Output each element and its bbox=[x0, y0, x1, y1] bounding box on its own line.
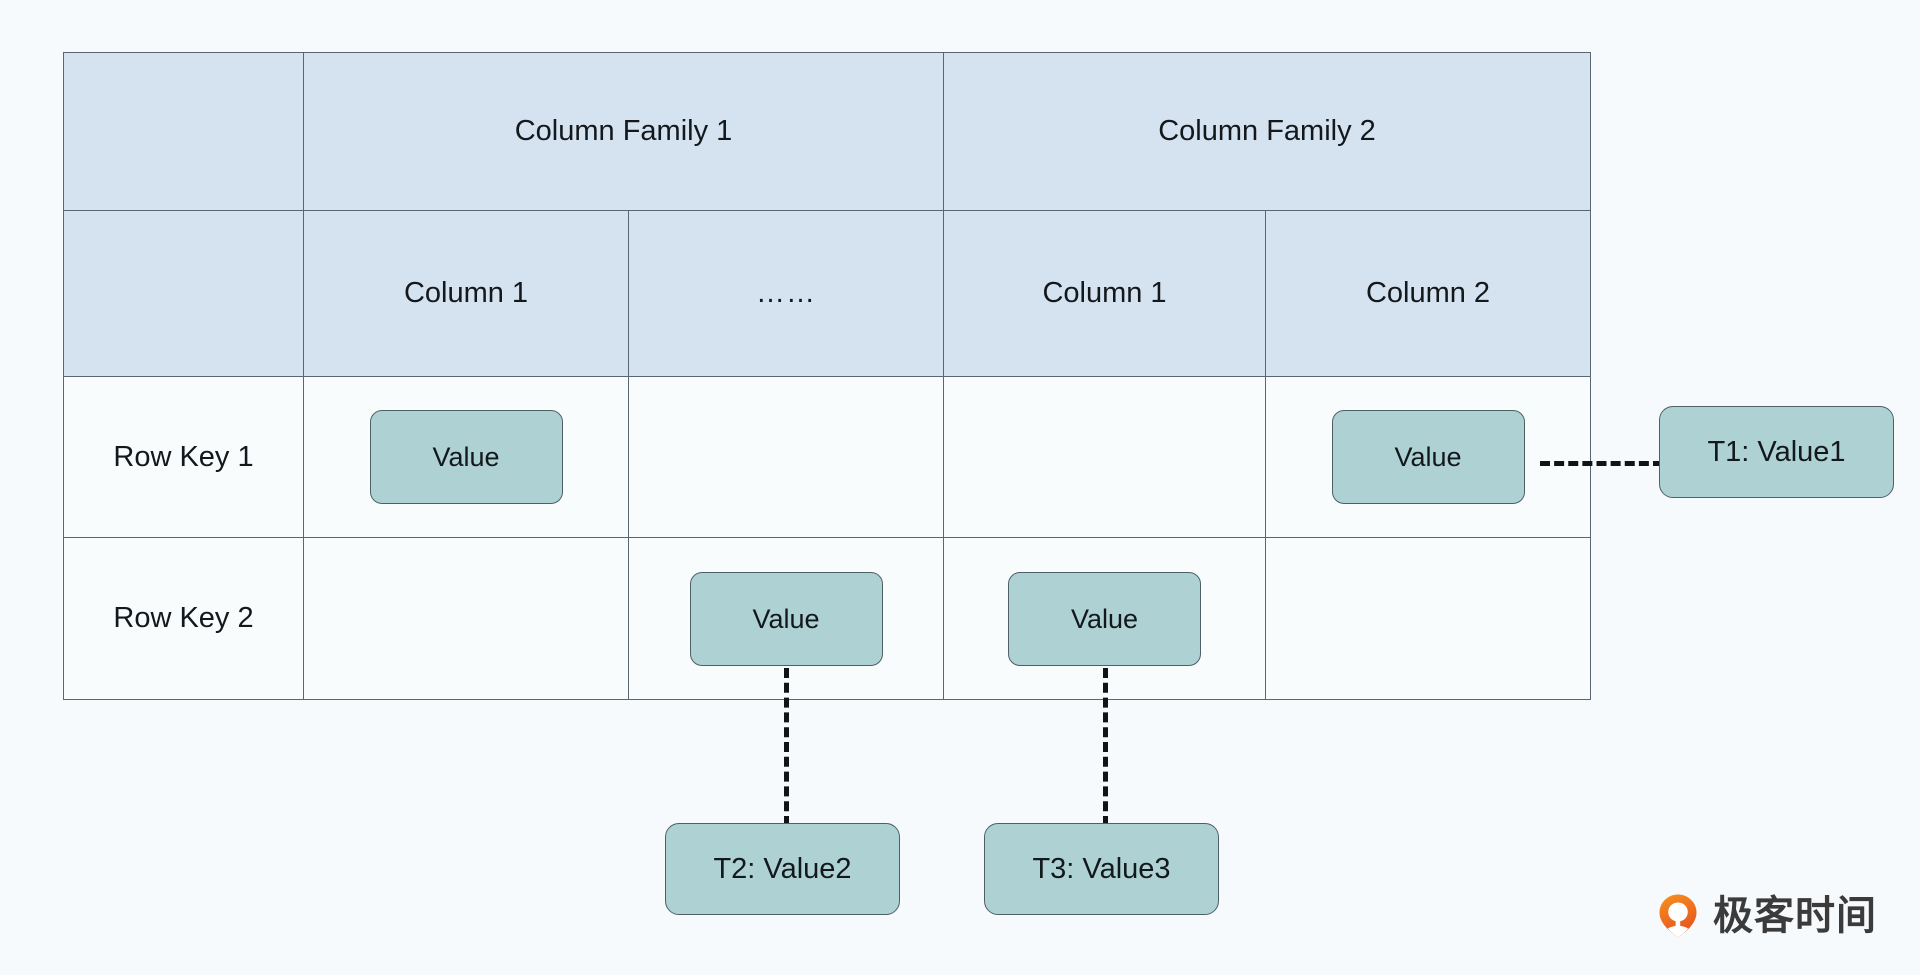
value-chip: Value bbox=[1331, 410, 1525, 505]
column-header-cf2-column-1: Column 1 bbox=[943, 210, 1266, 377]
column-family-1-header: Column Family 1 bbox=[303, 51, 944, 212]
column-header-cf1-column-1: Column 1 bbox=[303, 210, 629, 377]
cell-row2-cf2-column2 bbox=[1265, 537, 1591, 700]
value-chip: Value bbox=[689, 571, 883, 666]
timestamp-chip-t1: T1: Value1 bbox=[1659, 406, 1894, 498]
table-row: Row Key 1 Value Value bbox=[63, 375, 1591, 539]
cell-row2-cf1-column1 bbox=[303, 537, 629, 700]
brand-watermark: 极客时间 bbox=[1655, 893, 1877, 939]
table-corner-cell-top bbox=[63, 51, 304, 212]
timestamp-chip-t3: T3: Value3 bbox=[984, 823, 1219, 915]
diagram-canvas: Column Family 1 Column Family 2 Column 1… bbox=[0, 0, 1920, 975]
column-header-row: Column 1 …… Column 1 Column 2 bbox=[63, 210, 1591, 377]
column-family-2-header: Column Family 2 bbox=[943, 51, 1591, 212]
hbase-data-model-table: Column Family 1 Column Family 2 Column 1… bbox=[63, 51, 1591, 700]
timestamp-chip-t2: T2: Value2 bbox=[665, 823, 900, 915]
table-corner-cell-bottom bbox=[63, 210, 304, 377]
column-family-header-row: Column Family 1 Column Family 2 bbox=[63, 51, 1591, 212]
row-key-2-label: Row Key 2 bbox=[63, 537, 304, 700]
row-key-1-label: Row Key 1 bbox=[63, 375, 304, 539]
geektime-logo-icon bbox=[1655, 893, 1701, 939]
connector-row2-cf2col1-to-t3 bbox=[1103, 668, 1108, 826]
connector-row1-cf2col2-to-t1 bbox=[1540, 461, 1663, 466]
brand-name: 极客时间 bbox=[1713, 893, 1877, 939]
connector-row2-cf1ellipsis-to-t2 bbox=[784, 668, 789, 826]
column-header-cf2-column-2: Column 2 bbox=[1265, 210, 1591, 377]
cell-row1-cf2-column2: Value bbox=[1265, 375, 1591, 539]
value-chip: Value bbox=[369, 410, 563, 505]
cell-row1-cf1-column1: Value bbox=[303, 375, 629, 539]
table-row: Row Key 2 Value Value bbox=[63, 537, 1591, 700]
column-header-cf1-ellipsis: …… bbox=[628, 210, 944, 377]
cell-row1-cf1-ellipsis bbox=[628, 375, 944, 539]
value-chip: Value bbox=[1008, 571, 1201, 666]
cell-row1-cf2-column1 bbox=[943, 375, 1266, 539]
